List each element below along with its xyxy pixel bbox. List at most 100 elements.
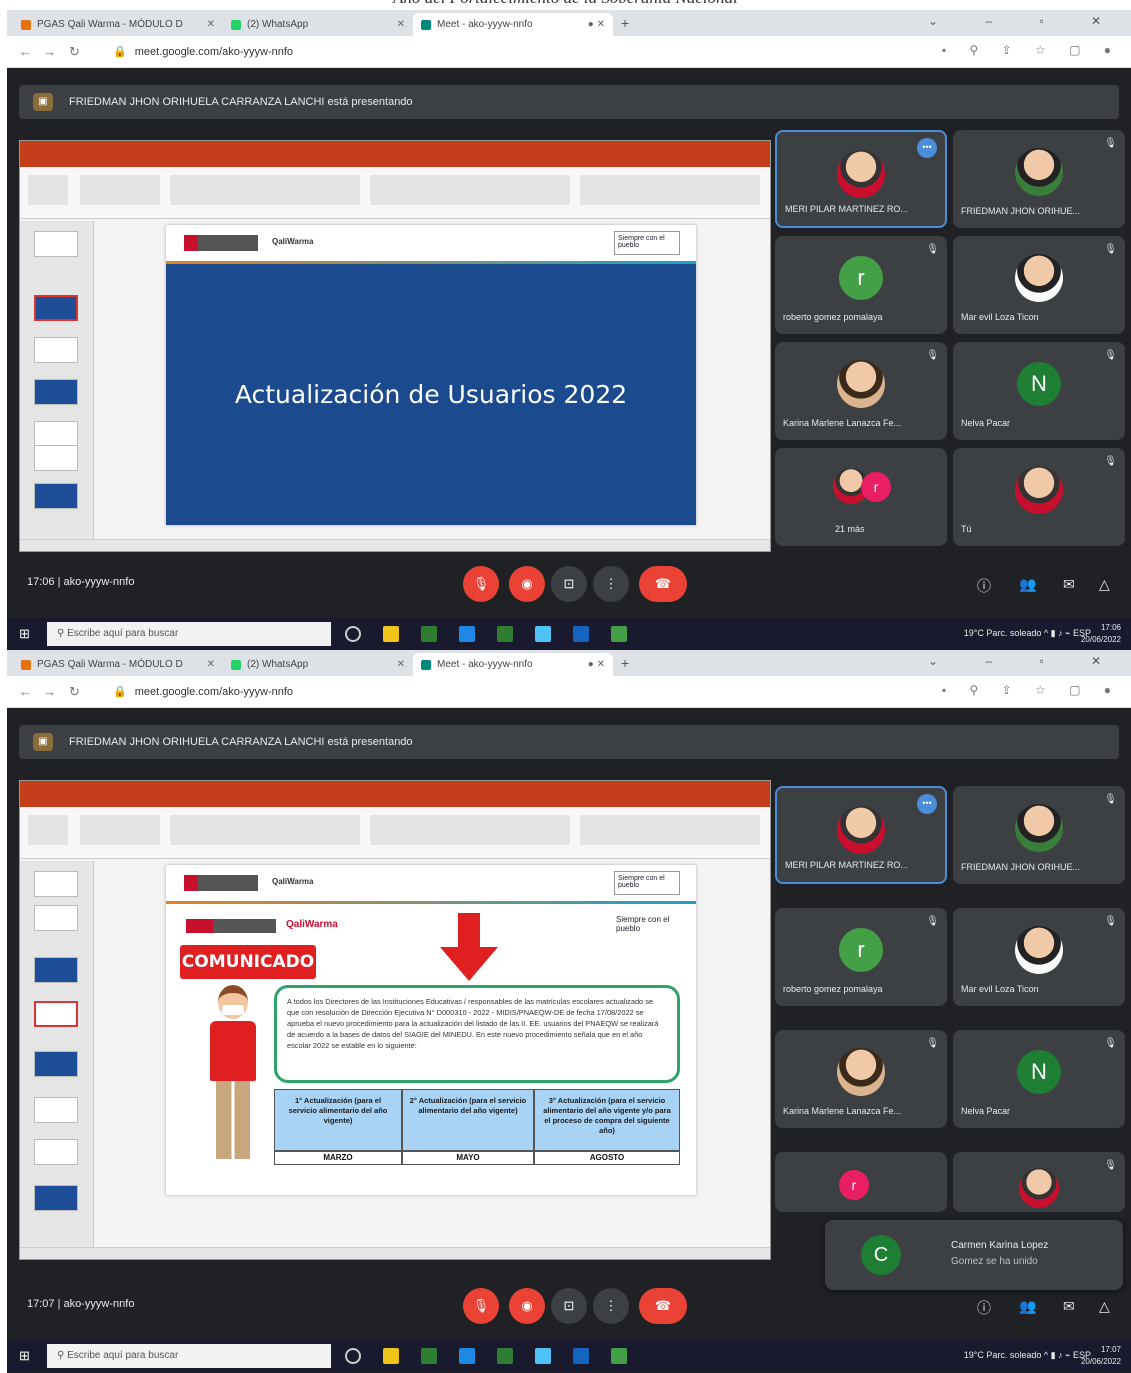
extension-icons[interactable]: ▪ ⚲ ⇪ ☆ ▢ ● (942, 683, 1121, 697)
tab-close-icon[interactable]: ● ✕ (582, 19, 605, 30)
mic-toggle-icon[interactable]: 🎙 (463, 1288, 499, 1324)
slide-thumbnail[interactable] (34, 1001, 78, 1027)
slide-thumbnail[interactable] (34, 1051, 78, 1077)
tab-meet[interactable]: Meet - ako-yyyw-nnfo ● ✕ (413, 653, 613, 676)
hang-up-button[interactable]: ☎ (639, 1288, 687, 1324)
app-icon[interactable] (459, 1348, 475, 1364)
people-icon[interactable]: 👥 (1019, 576, 1036, 593)
windows-start-icon[interactable]: ⊞ (19, 626, 30, 642)
app-icon[interactable] (497, 626, 513, 642)
tab-close-icon[interactable]: ● ✕ (582, 659, 605, 670)
participant-tile[interactable]: 🎙 Karina Marlene Lanazca Fe... (775, 1030, 947, 1128)
participant-tile[interactable]: 🎙 Tú (953, 448, 1125, 546)
participant-tile[interactable]: 🎙 Karina Marlene Lanazca Fe... (775, 342, 947, 440)
activities-icon[interactable]: △ (1099, 576, 1110, 593)
window-controls[interactable]: ⌄ – ▫ ✕ (928, 654, 1123, 668)
present-icon[interactable]: ⊡ (551, 1288, 587, 1324)
explorer-icon[interactable] (383, 1348, 399, 1364)
participant-tile[interactable]: 🎙 N Nelva Pacar (953, 342, 1125, 440)
camera-toggle-icon[interactable]: ◉ (509, 1288, 545, 1324)
reload-icon[interactable]: ↻ (69, 44, 80, 60)
app-icon[interactable] (459, 626, 475, 642)
slide-thumbnail[interactable] (34, 1097, 78, 1123)
store-icon[interactable] (573, 626, 589, 642)
slide-thumbnail[interactable] (34, 295, 78, 321)
tab-close-icon[interactable]: ✕ (391, 659, 405, 670)
participant-tile[interactable]: r 21 más (775, 448, 947, 546)
slide-thumbnail[interactable] (34, 483, 78, 509)
participant-tile[interactable]: ••• MERI PILAR MARTINEZ RO... (775, 786, 947, 884)
hang-up-button[interactable]: ☎ (639, 566, 687, 602)
more-options-icon[interactable]: ⋮ (593, 566, 629, 602)
task-view-icon[interactable] (345, 1348, 361, 1364)
slide-thumbnail[interactable] (34, 905, 78, 931)
participant-tile[interactable]: 🎙 FRIEDMAN JHON ORIHUE... (953, 130, 1125, 228)
window-controls[interactable]: ⌄ – ▫ ✕ (928, 14, 1123, 28)
slide-thumbnail[interactable] (34, 957, 78, 983)
slide-thumbnail[interactable] (34, 421, 78, 447)
chat-icon[interactable]: ✉ (1063, 576, 1075, 593)
new-tab-icon[interactable]: + (621, 15, 629, 31)
forward-icon[interactable]: → (43, 684, 56, 699)
tab-qaliwarma[interactable]: PGAS Qali Warma - MÓDULO D ✕ (13, 13, 223, 36)
tab-close-icon[interactable]: ✕ (391, 19, 405, 30)
people-icon[interactable]: 👥 (1019, 1298, 1036, 1315)
slide-thumbnail[interactable] (34, 231, 78, 257)
task-view-icon[interactable] (345, 626, 361, 642)
activities-icon[interactable]: △ (1099, 1298, 1110, 1315)
back-icon[interactable]: ← (19, 684, 32, 699)
participant-tile[interactable]: 🎙 Mar evil Loza Ticon (953, 908, 1125, 1006)
participant-tile[interactable]: 🎙 Mar evil Loza Ticon (953, 236, 1125, 334)
app-icon[interactable] (421, 626, 437, 642)
extension-icons[interactable]: ▪ ⚲ ⇪ ☆ ▢ ● (942, 43, 1121, 57)
participant-tile[interactable]: r (775, 1152, 947, 1212)
back-icon[interactable]: ← (19, 44, 32, 59)
explorer-icon[interactable] (383, 626, 399, 642)
taskbar-clock[interactable]: 17:07 20/06/2022 (1081, 1344, 1121, 1368)
url-field[interactable]: 🔒 meet.google.com/ako-yyyw-nnfo (107, 682, 927, 702)
info-icon[interactable]: ⓘ (977, 1298, 991, 1318)
slide-thumbnail[interactable] (34, 337, 78, 363)
toast-name: Carmen Karina Lopez (951, 1240, 1049, 1251)
camera-toggle-icon[interactable]: ◉ (509, 566, 545, 602)
forward-icon[interactable]: → (43, 44, 56, 59)
participant-tile[interactable]: 🎙 (953, 1152, 1125, 1212)
chrome-icon[interactable] (611, 626, 627, 642)
system-tray[interactable]: 19°C Parc. soleado ^ ▮ ♪ ⌁ ESP (964, 1350, 1091, 1361)
edge-icon[interactable] (535, 1348, 551, 1364)
more-options-icon[interactable]: ⋮ (593, 1288, 629, 1324)
taskbar-search-input[interactable]: ⚲ Escribe aquí para buscar (47, 622, 331, 646)
tab-qaliwarma[interactable]: PGAS Qali Warma - MÓDULO D ✕ (13, 653, 223, 676)
participant-tile[interactable]: 🎙 r roberto gomez pomalaya (775, 908, 947, 1006)
slide-thumbnail[interactable] (34, 445, 78, 471)
app-icon[interactable] (497, 1348, 513, 1364)
present-icon[interactable]: ⊡ (551, 566, 587, 602)
reload-icon[interactable]: ↻ (69, 684, 80, 700)
new-tab-icon[interactable]: + (621, 655, 629, 671)
windows-start-icon[interactable]: ⊞ (19, 1348, 30, 1364)
slide-thumbnail[interactable] (34, 1185, 78, 1211)
store-icon[interactable] (573, 1348, 589, 1364)
tab-meet[interactable]: Meet - ako-yyyw-nnfo ● ✕ (413, 13, 613, 36)
slide-thumbnail[interactable] (34, 379, 78, 405)
chrome-icon[interactable] (611, 1348, 627, 1364)
taskbar-clock[interactable]: 17:06 20/06/2022 (1081, 622, 1121, 646)
app-icon[interactable] (421, 1348, 437, 1364)
participant-tile[interactable]: 🎙 r roberto gomez pomalaya (775, 236, 947, 334)
url-field[interactable]: 🔒 meet.google.com/ako-yyyw-nnfo (107, 42, 927, 62)
system-tray[interactable]: 19°C Parc. soleado ^ ▮ ♪ ⌁ ESP (964, 628, 1091, 639)
tab-whatsapp[interactable]: (2) WhatsApp ✕ (223, 13, 413, 36)
chat-icon[interactable]: ✉ (1063, 1298, 1075, 1315)
mic-toggle-icon[interactable]: 🎙 (463, 566, 499, 602)
taskbar-search-input[interactable]: ⚲ Escribe aquí para buscar (47, 1344, 331, 1368)
participant-tile[interactable]: ••• MERI PILAR MARTINEZ RO... (775, 130, 947, 228)
tab-close-icon[interactable]: ✕ (201, 659, 215, 670)
slide-thumbnail[interactable] (34, 1139, 78, 1165)
slide-thumbnail[interactable] (34, 871, 78, 897)
participant-tile[interactable]: 🎙 FRIEDMAN JHON ORIHUE... (953, 786, 1125, 884)
info-icon[interactable]: ⓘ (977, 576, 991, 596)
tab-close-icon[interactable]: ✕ (201, 19, 215, 30)
edge-icon[interactable] (535, 626, 551, 642)
participant-tile[interactable]: 🎙 N Nelva Pacar (953, 1030, 1125, 1128)
tab-whatsapp[interactable]: (2) WhatsApp ✕ (223, 653, 413, 676)
